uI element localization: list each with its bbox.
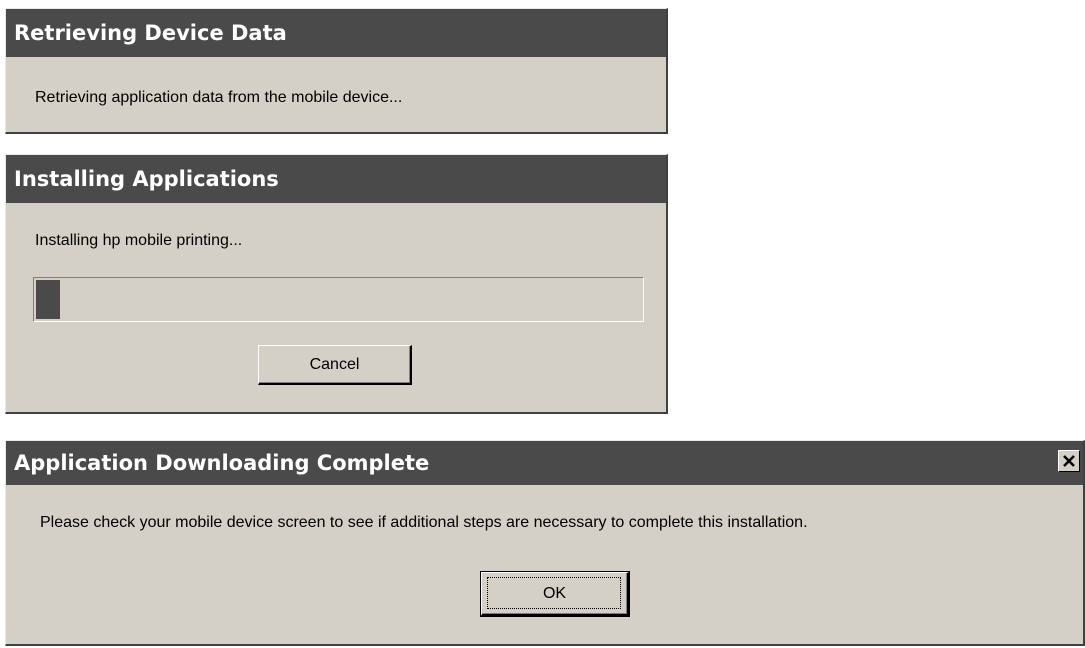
dialog-title: Installing Applications xyxy=(14,167,279,191)
dialog-message: Please check your mobile device screen t… xyxy=(40,514,808,531)
progress-fill xyxy=(36,280,60,319)
dialog-title: Application Downloading Complete xyxy=(14,451,430,475)
dialog-title: Retrieving Device Data xyxy=(14,21,287,45)
dialog-message: Installing hp mobile printing... xyxy=(35,232,243,249)
ok-button[interactable]: OK xyxy=(480,571,630,617)
cancel-button[interactable]: Cancel xyxy=(258,345,412,385)
progress-bar xyxy=(33,277,644,322)
dialog-titlebar: Application Downloading Complete xyxy=(6,441,1083,485)
installing-applications-dialog: Installing Applications Installing hp mo… xyxy=(5,154,668,414)
close-button[interactable] xyxy=(1058,450,1080,472)
focus-ring xyxy=(487,577,621,609)
close-icon xyxy=(1063,455,1075,467)
dialog-titlebar: Retrieving Device Data xyxy=(6,9,666,57)
dialog-titlebar: Installing Applications xyxy=(6,155,666,203)
download-complete-dialog: Application Downloading Complete Please … xyxy=(5,440,1085,646)
retrieving-device-data-dialog: Retrieving Device Data Retrieving applic… xyxy=(5,8,668,134)
dialog-message: Retrieving application data from the mob… xyxy=(35,89,403,106)
cancel-button-label: Cancel xyxy=(309,355,360,373)
